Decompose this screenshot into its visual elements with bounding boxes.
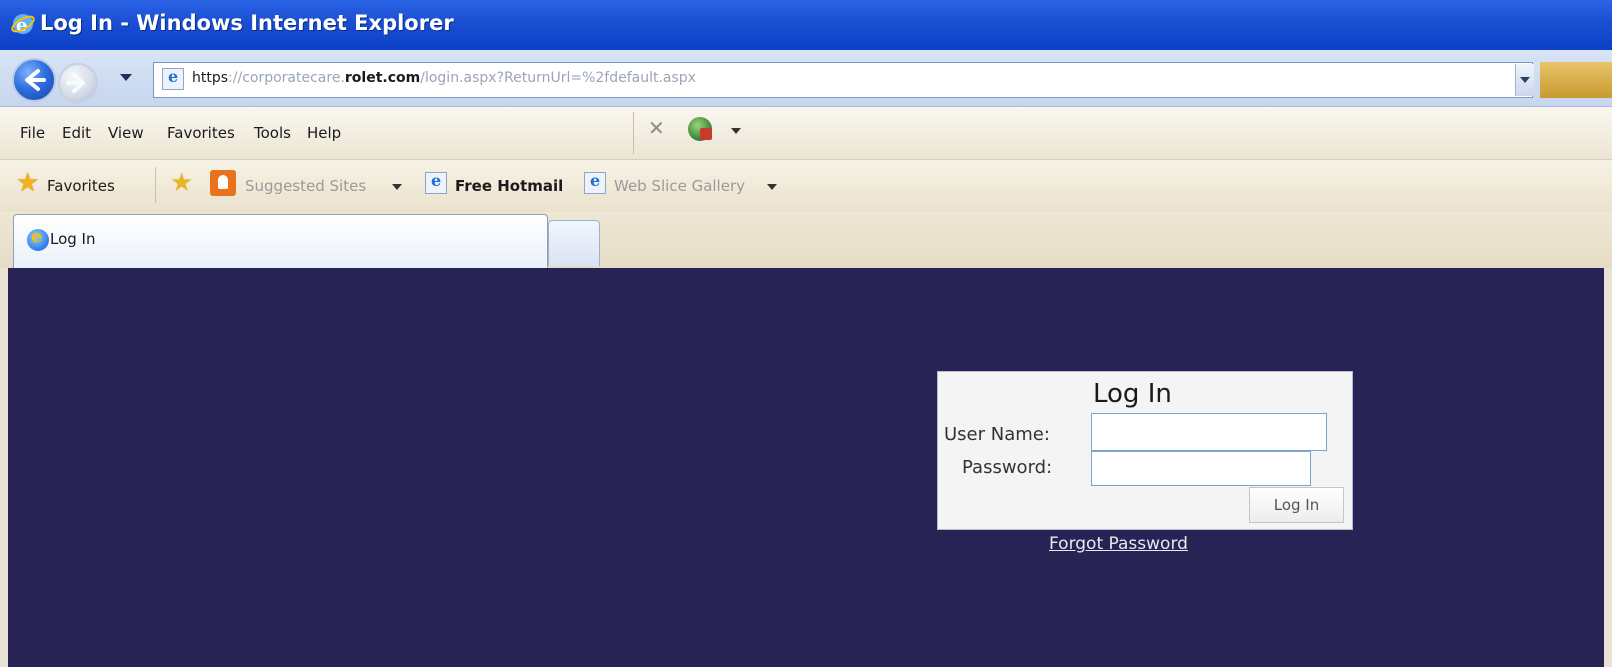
stop-icon[interactable]: ✕ xyxy=(648,118,665,138)
security-lock-icon[interactable] xyxy=(1540,62,1612,98)
forgot-password-link[interactable]: Forgot Password xyxy=(1049,534,1188,554)
password-input[interactable] xyxy=(1091,451,1311,486)
forward-button[interactable] xyxy=(58,63,98,103)
window-border-left xyxy=(0,268,8,667)
back-button[interactable] xyxy=(12,58,56,102)
forward-arrow-icon xyxy=(66,73,85,93)
page-content xyxy=(0,268,1612,667)
window-title: Log In - Windows Internet Explorer xyxy=(40,11,454,35)
back-arrow-icon xyxy=(25,69,46,91)
suggested-sites-link[interactable]: Suggested Sites xyxy=(245,177,366,195)
webslice-page-icon xyxy=(584,171,606,194)
chevron-down-icon[interactable] xyxy=(767,184,777,190)
compatibility-badge-icon xyxy=(700,128,712,140)
page-ie-icon xyxy=(162,67,184,90)
login-button[interactable]: Log In xyxy=(1249,487,1344,523)
favorites-separator xyxy=(155,167,156,203)
menu-view[interactable]: View xyxy=(108,124,144,142)
favorites-star-icon[interactable]: ★ xyxy=(16,170,39,196)
chevron-down-icon[interactable] xyxy=(731,128,741,134)
url-domain: rolet.com xyxy=(344,70,421,86)
chevron-down-icon[interactable] xyxy=(392,184,402,190)
hotmail-page-icon xyxy=(425,171,447,194)
new-tab-button[interactable] xyxy=(548,220,600,266)
url-separator: :// xyxy=(228,70,243,86)
menu-tools[interactable]: Tools xyxy=(254,124,291,142)
free-hotmail-link[interactable]: Free Hotmail xyxy=(455,177,563,195)
url-path: /login.aspx?ReturnUrl=%2fdefault.aspx xyxy=(420,70,696,86)
menu-bar xyxy=(0,107,1612,160)
menu-separator xyxy=(633,112,634,154)
menu-help[interactable]: Help xyxy=(307,124,341,142)
login-title: Log In xyxy=(1093,379,1172,409)
suggested-sites-icon[interactable] xyxy=(210,170,236,196)
menu-file[interactable]: File xyxy=(20,124,45,142)
favorites-bar xyxy=(0,160,1612,212)
window-border-right xyxy=(1604,268,1612,667)
url-subdomain: corporatecare. xyxy=(242,70,345,86)
username-input[interactable] xyxy=(1091,413,1327,451)
password-label: Password: xyxy=(962,457,1053,478)
favorites-button[interactable]: Favorites xyxy=(47,177,115,195)
tab-ie-icon xyxy=(27,226,49,251)
recent-pages-dropdown[interactable] xyxy=(120,74,132,81)
ie-logo-icon: e xyxy=(11,14,35,36)
url-text[interactable]: https://corporatecare.rolet.com/login.as… xyxy=(192,70,696,86)
add-to-favorites-icon[interactable]: ★ xyxy=(170,170,193,196)
browser-window: e Log In - Windows Internet Explorer htt… xyxy=(0,0,1612,667)
menu-favorites[interactable]: Favorites xyxy=(167,124,235,142)
web-slice-gallery-link[interactable]: Web Slice Gallery xyxy=(614,177,745,195)
username-label: User Name: xyxy=(944,424,1050,445)
menu-edit[interactable]: Edit xyxy=(62,124,91,142)
tab-label: Log In xyxy=(50,230,96,248)
address-dropdown-button[interactable] xyxy=(1515,64,1534,96)
url-scheme: https xyxy=(192,70,229,86)
